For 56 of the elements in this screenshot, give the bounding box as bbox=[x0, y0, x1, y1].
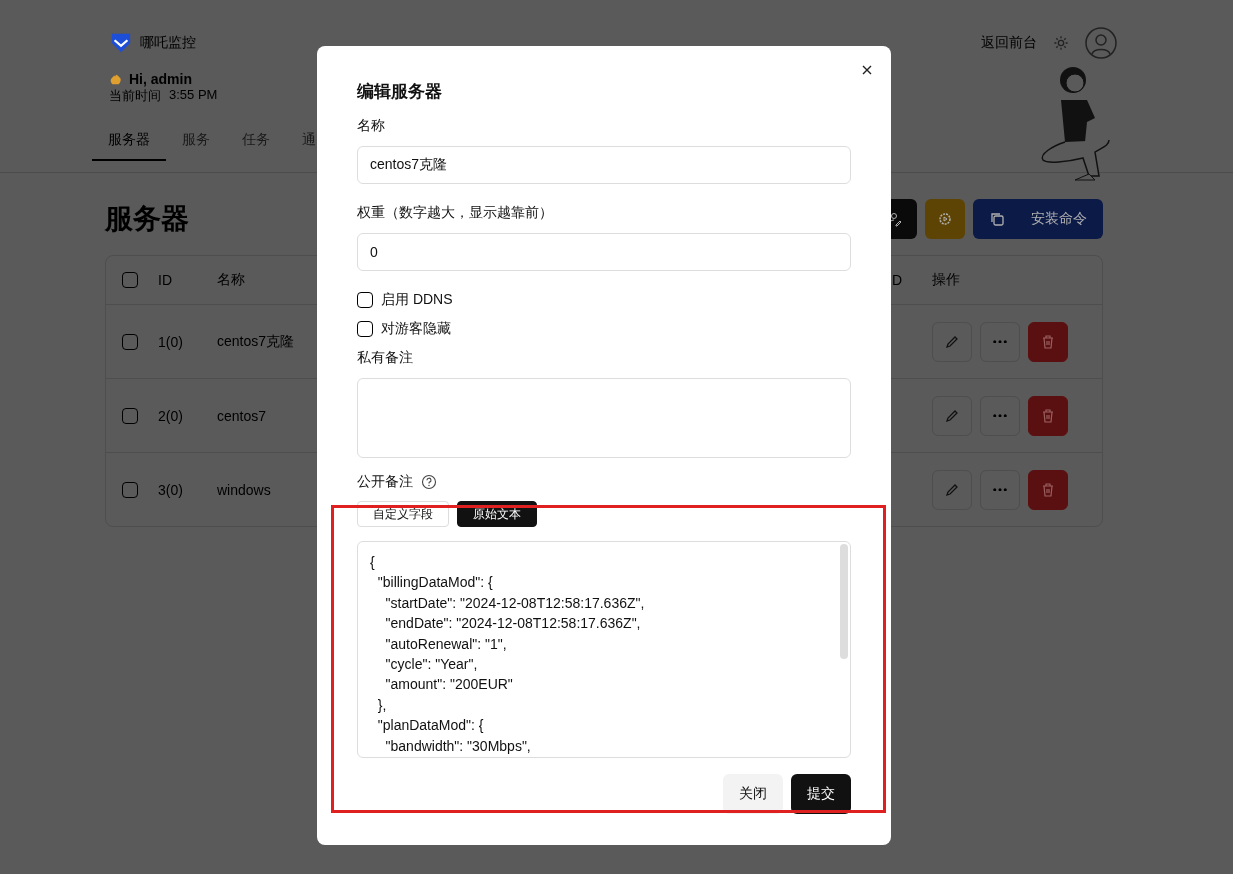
trash-icon bbox=[1040, 407, 1056, 424]
install-command-button[interactable]: 安装命令 bbox=[973, 199, 1103, 239]
row-checkbox[interactable] bbox=[122, 407, 138, 424]
copy-icon bbox=[989, 211, 1005, 227]
checkbox-label: 启用 DDNS bbox=[381, 291, 453, 309]
column-header: 操作 bbox=[932, 271, 960, 287]
brand-name: 哪吒监控 bbox=[140, 34, 196, 52]
input-field[interactable]: 0 bbox=[357, 233, 851, 271]
close-button[interactable] bbox=[861, 64, 873, 76]
greeting: Hi, admin bbox=[129, 71, 192, 87]
more-icon bbox=[993, 339, 1007, 344]
text-area[interactable] bbox=[357, 378, 851, 458]
checkbox-label: 对游客隐藏 bbox=[381, 320, 451, 338]
sun-icon[interactable] bbox=[1053, 35, 1069, 51]
delete-button[interactable] bbox=[1028, 469, 1068, 510]
more-icon bbox=[993, 413, 1007, 418]
logo-icon bbox=[110, 32, 132, 54]
row-checkbox[interactable] bbox=[122, 481, 138, 498]
table-cell: 1(0) bbox=[158, 333, 183, 350]
select-all-checkbox[interactable] bbox=[122, 272, 138, 288]
column-header: ID bbox=[158, 272, 172, 288]
cancel-button[interactable]: 关闭 bbox=[723, 774, 783, 814]
trash-icon bbox=[1040, 333, 1056, 350]
checkbox[interactable] bbox=[357, 321, 373, 337]
current-time: 3:55 PM bbox=[169, 87, 218, 104]
settings-button[interactable] bbox=[925, 199, 965, 239]
field-label: 公开备注 bbox=[357, 473, 413, 491]
more-icon bbox=[993, 487, 1007, 492]
checkbox[interactable] bbox=[357, 292, 373, 308]
delete-button[interactable] bbox=[1028, 395, 1068, 436]
table-cell: 2(0) bbox=[158, 407, 183, 424]
table-cell: windows bbox=[217, 481, 271, 498]
close-icon bbox=[861, 64, 873, 76]
row-checkbox[interactable] bbox=[122, 333, 138, 350]
dialog-title: 编辑服务器 bbox=[357, 81, 443, 103]
help-icon[interactable] bbox=[421, 474, 437, 490]
trash-icon bbox=[1040, 481, 1056, 498]
gear-icon bbox=[937, 211, 953, 227]
submit-button[interactable]: 提交 bbox=[791, 774, 851, 814]
column-header: 名称 bbox=[217, 271, 245, 287]
page-title: 服务器 bbox=[105, 202, 189, 236]
edit-button[interactable] bbox=[932, 395, 972, 436]
column-header: D bbox=[892, 272, 903, 288]
edit-button[interactable] bbox=[932, 321, 972, 362]
text-area[interactable]: { "billingDataMod": { "startDate": "2024-12-08T12:58:17.636Z", "endDate": "2024-12-08T12:58:17.636Z", "autoRenewal": "1", "cycle": "Year", "amount": "200EUR" }, "planDataMod": { "bandwidth": "30Mbps", bbox=[357, 541, 851, 758]
edit-button[interactable] bbox=[932, 469, 972, 510]
table-cell: centos7克隆 bbox=[217, 332, 295, 349]
avatar-icon[interactable] bbox=[1085, 27, 1117, 59]
table-cell: 3(0) bbox=[158, 481, 183, 498]
field-label: 私有备注 bbox=[357, 349, 414, 367]
table-cell: centos7 bbox=[217, 407, 267, 424]
field-label: 名称 bbox=[357, 117, 386, 135]
time-label: 当前时间 bbox=[109, 87, 161, 105]
field-label: 权重（数字越大，显示越靠前） bbox=[357, 204, 554, 222]
delete-button[interactable] bbox=[1028, 321, 1068, 362]
input-field[interactable]: centos7克隆 bbox=[357, 146, 851, 184]
